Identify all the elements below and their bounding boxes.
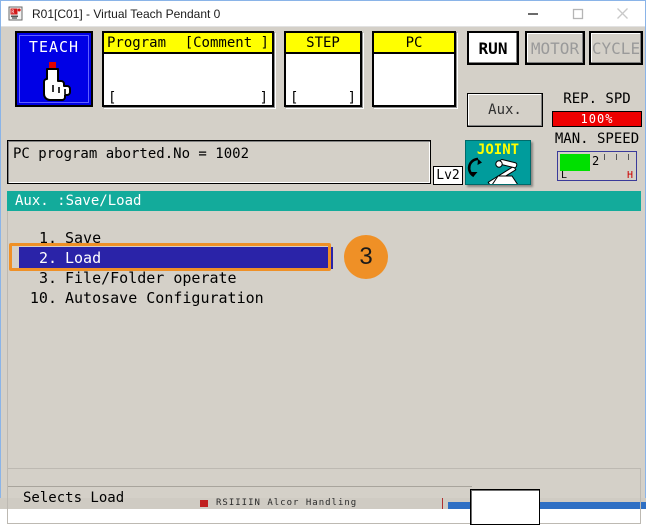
status-separator xyxy=(8,486,472,487)
aux-button[interactable]: Aux. xyxy=(467,93,543,127)
pc-field-body xyxy=(374,54,454,105)
pendant-top-bar: TEACH Program [Comment ] [] STEP [] PC… xyxy=(1,27,646,181)
menu-item-autosave-label: Autosave Configuration xyxy=(65,289,264,307)
teach-label: TEACH xyxy=(28,38,80,56)
robot-app-icon: R xyxy=(7,5,24,22)
comment-header-label: [Comment ] xyxy=(184,34,269,51)
pointing-hand-icon xyxy=(32,61,76,108)
annotation-step-badge: 3 xyxy=(344,235,388,279)
message-level-badge[interactable]: Lv2 xyxy=(433,166,463,185)
program-bracket-right: ] xyxy=(259,90,268,106)
manual-speed-low-mark: L xyxy=(561,170,568,181)
repeat-speed-value: 100% xyxy=(552,111,642,127)
maximize-icon[interactable] xyxy=(555,1,600,26)
menu-item-autosave-number: 10. xyxy=(29,289,57,307)
manual-speed-value: 2 xyxy=(592,154,600,168)
message-box: PC program aborted.No = 1002 xyxy=(7,140,431,184)
teach-mode-button[interactable]: TEACH xyxy=(15,31,93,107)
program-field-header: Program [Comment ] xyxy=(104,33,272,54)
manual-speed-gauge[interactable]: 2 L H xyxy=(557,151,637,181)
annotation-highlight-box xyxy=(9,243,331,271)
step-field-header: STEP xyxy=(286,33,360,54)
repeat-speed-label: REP. SPD xyxy=(563,91,631,107)
teach-pendant-window: R R01[C01] - Virtual Teach Pendant 0 TEA… xyxy=(0,0,646,525)
pendant-body: TEACH Program [Comment ] [] STEP [] PC… xyxy=(1,27,646,525)
program-header-label: Program xyxy=(107,34,167,51)
cycle-status-button[interactable]: CYCLE xyxy=(589,31,643,65)
step-bracket-right: ] xyxy=(347,90,356,106)
manual-speed-fill xyxy=(560,154,590,171)
menu-item-autosave-configuration[interactable]: 10. Autosave Configuration xyxy=(19,287,264,309)
message-text: PC program aborted.No = 1002 xyxy=(13,146,250,162)
title-bar[interactable]: R R01[C01] - Virtual Teach Pendant 0 xyxy=(1,1,645,27)
program-field-brackets: [ ] xyxy=(108,91,268,105)
status-text: Selects Load xyxy=(23,490,125,506)
pc-field-header: PC xyxy=(374,33,454,54)
window-controls xyxy=(510,1,645,26)
menu-header-bar: Aux. :Save/Load xyxy=(7,191,641,211)
pc-field[interactable]: PC xyxy=(372,31,456,107)
close-icon[interactable] xyxy=(600,1,645,26)
joint-mode-button[interactable]: JOINT xyxy=(465,140,531,185)
program-field[interactable]: Program [Comment ] [ ] xyxy=(102,31,274,107)
step-bracket-left: [ xyxy=(290,90,299,106)
step-field-body: [ ] xyxy=(286,54,360,105)
robot-arm-joint-icon xyxy=(466,155,530,184)
step-field[interactable]: STEP [ ] xyxy=(284,31,362,107)
minimize-icon[interactable] xyxy=(510,1,555,26)
menu-header-title: Aux. :Save/Load xyxy=(15,193,142,209)
program-field-body: [ ] xyxy=(104,54,272,105)
status-input-field[interactable] xyxy=(470,489,540,525)
menu-item-file-folder-label: File/Folder operate xyxy=(65,269,237,287)
run-status-button[interactable]: RUN xyxy=(467,31,519,65)
menu-item-file-folder-number: 3. xyxy=(38,269,57,287)
manual-speed-high-mark: H xyxy=(626,170,633,181)
program-bracket-left: [ xyxy=(108,90,117,106)
step-field-brackets: [ ] xyxy=(290,91,356,105)
motor-status-button[interactable]: MOTOR xyxy=(525,31,585,65)
manual-speed-label: MAN. SPEED xyxy=(554,131,640,147)
window-title: R01[C01] - Virtual Teach Pendant 0 xyxy=(32,6,221,21)
